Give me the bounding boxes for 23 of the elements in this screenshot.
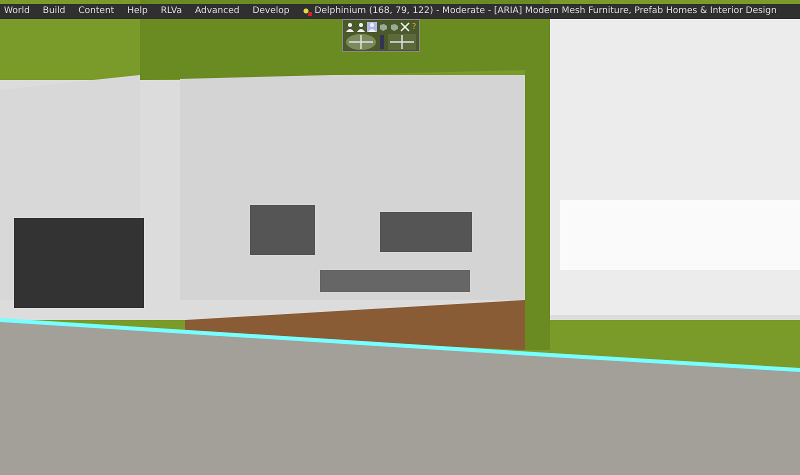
orbit-pad-icon[interactable]: [345, 32, 377, 50]
camera-mode-button[interactable]: [345, 22, 355, 32]
person-icon: [367, 22, 377, 32]
menu-item[interactable]: Help: [127, 7, 148, 16]
pan-pad-icon[interactable]: [387, 32, 417, 50]
menu-item[interactable]: Advanced: [194, 7, 240, 16]
person-icon: [356, 22, 366, 32]
menu-item[interactable]: World: [4, 7, 30, 16]
menu-item[interactable]: RLVa: [160, 7, 182, 16]
camera-mode-button[interactable]: [400, 22, 410, 32]
camera-mode-button[interactable]: [389, 22, 399, 32]
menu-item[interactable]: Content: [78, 7, 114, 16]
parcel-icon: [302, 7, 312, 16]
camera-mode-button[interactable]: [367, 22, 377, 32]
person-icon: [345, 22, 355, 32]
help-button[interactable]: ?: [411, 22, 418, 30]
zoom-slider-icon[interactable]: [379, 32, 385, 50]
menu-item[interactable]: Build: [42, 7, 66, 16]
camera-mode-button[interactable]: [356, 22, 366, 32]
location-text: Delphinium (168, 79, 122) - Moderate - [ARIA] Modern Mesh Furniture, Prefab Homes & Interior Design: [314, 7, 777, 16]
camera-mode-button[interactable]: [378, 22, 388, 32]
close-icon: [400, 22, 410, 32]
menu-item[interactable]: Develop: [252, 7, 290, 16]
